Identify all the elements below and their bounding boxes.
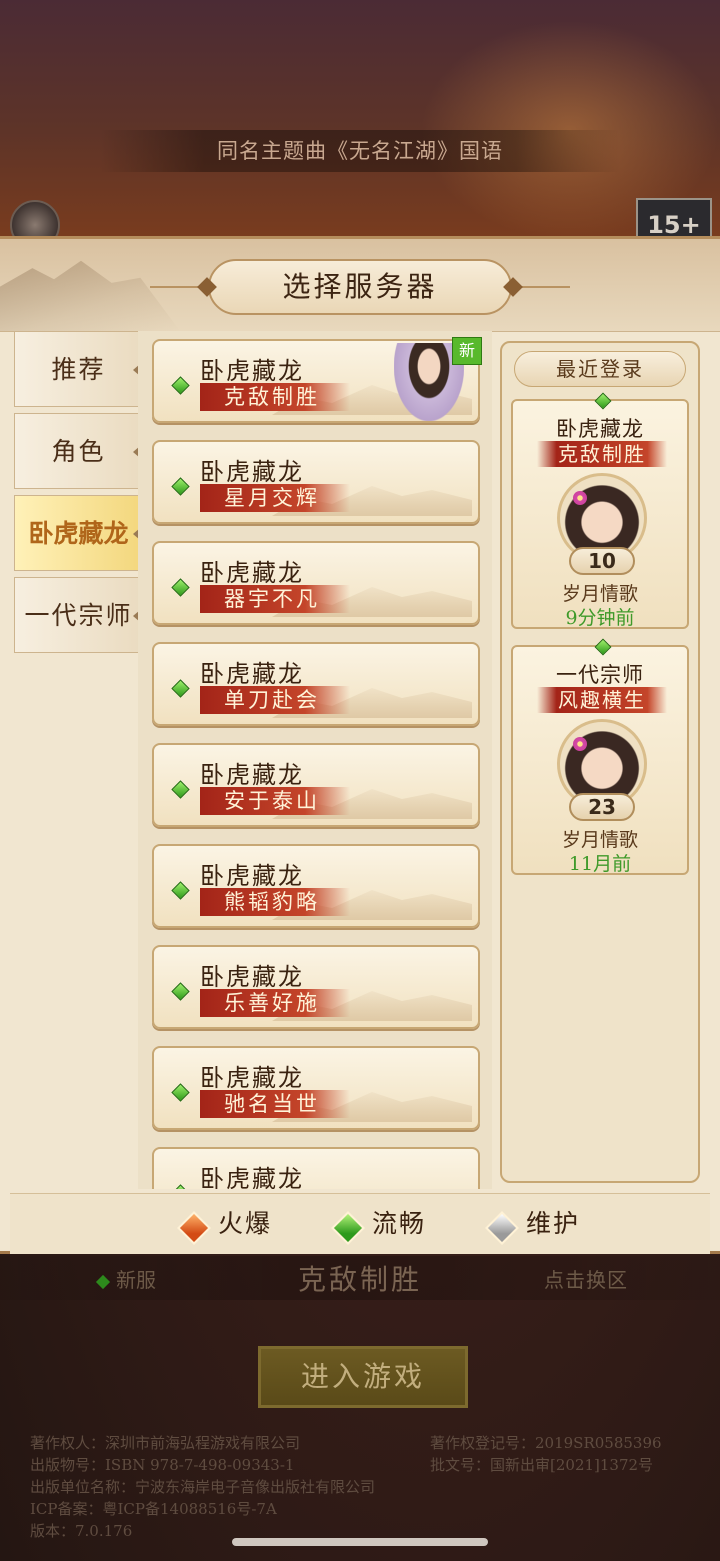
status-maintenance-icon [485,1211,519,1245]
status-smooth-icon [331,1211,365,1245]
server-card[interactable]: 卧虎藏龙 [152,1147,480,1189]
status-smooth-icon [171,477,190,496]
server-subname: 器宇不凡 [200,585,350,613]
approval-number: 批文号：国新出审[2021]1372号 [430,1456,654,1474]
server-card[interactable]: 卧虎藏龙 克敌制胜 新 [152,337,482,423]
status-smooth-icon [594,392,612,410]
legend-label: 流畅 [372,1209,427,1238]
server-subname: 单刀赴会 [200,686,350,714]
status-smooth-icon [594,638,612,656]
character-name: 岁月情歌 [561,583,638,605]
character-level-badge: 10 [569,547,635,575]
recent-login-panel: 最近登录 卧虎藏龙 克敌制胜 10 岁月情歌 9分钟前 一代宗师 风趣横生 23… [500,341,700,1183]
sidebar-tab-label: 推荐 [51,355,106,384]
copyright-reg-number: 著作权登记号：2019SR0585396 [430,1434,662,1452]
server-subname: 克敌制胜 [200,383,350,411]
server-card[interactable]: 卧虎藏龙 安于泰山 [152,743,480,827]
flower-icon [573,491,587,505]
publisher-name: 出版单位名称：宁波东海岸电子音像出版社有限公司 [30,1478,376,1496]
status-hot-icon [177,1211,211,1245]
server-subname: 熊韬豹略 [200,888,350,916]
background-art [0,0,720,240]
server-name: 卧虎藏龙 [200,963,304,991]
server-subname: 乐善好施 [200,989,350,1017]
sidebar-tab-yidaizongshi[interactable]: 一代宗师 [14,577,142,653]
server-select-dialog: 选择服务器 推荐 角色 卧虎藏龙 一代宗师 卧虎藏龙 克敌制胜 新 卧虎藏龙 星… [0,236,720,1254]
switch-server-link[interactable]: 点击换区 [544,1264,628,1293]
status-smooth-icon [171,881,190,900]
server-card[interactable]: 卧虎藏龙 熊韬豹略 [152,844,480,928]
server-list[interactable]: 卧虎藏龙 克敌制胜 新 卧虎藏龙 星月交辉 卧虎藏龙 器宇不凡 卧虎藏龙 单刀赴… [138,331,492,1189]
sidebar-tab-label: 卧虎藏龙 [28,519,129,548]
status-smooth-icon [171,1083,190,1102]
server-subname: 驰名当世 [200,1090,350,1118]
server-subname: 星月交辉 [200,484,350,512]
current-server-bar: 新服 克敌制胜 点击换区 [0,1256,720,1300]
server-category-sidebar: 推荐 角色 卧虎藏龙 一代宗师 [10,331,142,1191]
copyright-line: 出版物号：ISBN 978-7-498-09343-1 批文号：国新出审[202… [30,1454,710,1476]
copyright-line: 著作权人：深圳市前海弘程游戏有限公司 著作权登记号：2019SR0585396 [30,1432,710,1454]
status-legend: 火爆 流畅 维护 [10,1193,710,1254]
server-card[interactable]: 卧虎藏龙 单刀赴会 [152,642,480,726]
publication-number: 出版物号：ISBN 978-7-498-09343-1 [30,1456,295,1474]
recent-server-card[interactable]: 卧虎藏龙 克敌制胜 10 岁月情歌 9分钟前 [511,392,689,629]
recent-server-subname: 风趣横生 [537,687,667,713]
theme-song-banner: 同名主题曲《无名江湖》国语 [100,130,620,172]
character-name: 岁月情歌 [561,829,638,851]
dialog-header: 选择服务器 [0,239,720,332]
server-subname: 安于泰山 [200,787,350,815]
status-smooth-icon [171,982,190,1001]
icp-record: ICP备案：粤ICP备14088516号-7A [30,1500,277,1518]
server-name: 卧虎藏龙 [200,458,304,486]
server-name: 卧虎藏龙 [200,660,304,688]
recent-server-card[interactable]: 一代宗师 风趣横生 23 岁月情歌 11月前 [511,638,689,875]
server-card[interactable]: 卧虎藏龙 星月交辉 [152,440,480,524]
home-indicator[interactable] [232,1538,488,1546]
legend-label: 维护 [526,1209,581,1238]
sidebar-tab-roles[interactable]: 角色 [14,413,142,489]
server-name: 卧虎藏龙 [200,1064,304,1092]
flower-icon [573,737,587,751]
server-card[interactable]: 卧虎藏龙 驰名当世 [152,1046,480,1130]
recent-server-subname: 克敌制胜 [537,441,667,467]
recent-login-title: 最近登录 [514,351,686,387]
enter-game-button[interactable]: 进入游戏 [258,1346,468,1408]
server-name: 卧虎藏龙 [200,357,304,385]
character-level-badge: 23 [569,793,635,821]
status-smooth-icon [171,1184,190,1189]
copyright-owner: 著作权人：深圳市前海弘程游戏有限公司 [30,1434,301,1452]
last-login-time: 9分钟前 [565,607,635,629]
status-smooth-icon [171,376,190,395]
legend-label: 火爆 [218,1209,273,1238]
sidebar-tab-label: 角色 [51,437,106,466]
last-login-time: 11月前 [568,853,632,875]
server-card[interactable]: 卧虎藏龙 乐善好施 [152,945,480,1029]
status-smooth-icon [171,578,190,597]
status-smooth-icon [171,679,190,698]
server-name: 卧虎藏龙 [200,1165,304,1189]
server-card[interactable]: 卧虎藏龙 器宇不凡 [152,541,480,625]
sidebar-tab-recommended[interactable]: 推荐 [14,331,142,407]
sidebar-tab-label: 一代宗师 [24,601,133,630]
recent-server-name: 卧虎藏龙 [556,417,644,441]
status-smooth-icon [171,780,190,799]
server-name: 卧虎藏龙 [200,559,304,587]
server-name: 卧虎藏龙 [200,862,304,890]
server-name: 卧虎藏龙 [200,761,304,789]
recent-server-name: 一代宗师 [556,663,644,687]
sidebar-tab-wohucanglong[interactable]: 卧虎藏龙 [14,495,142,571]
dialog-title: 选择服务器 [208,259,512,315]
new-server-badge: 新 [452,337,482,365]
mountain-decoration [0,260,180,331]
copyright-info: 著作权人：深圳市前海弘程游戏有限公司 著作权登记号：2019SR0585396 … [30,1432,710,1542]
